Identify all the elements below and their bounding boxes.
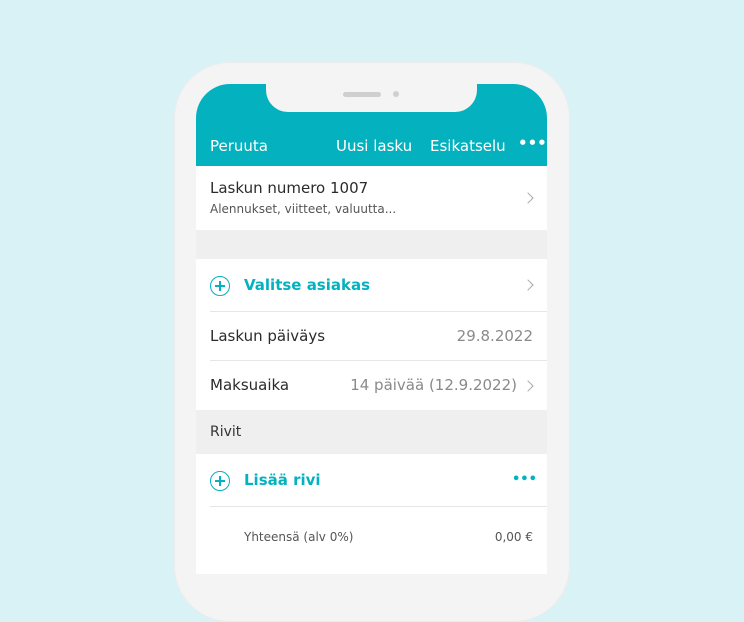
totals-row: Yhteensä (alv 0%) 0,00 € bbox=[196, 507, 547, 574]
total-value: 0,00 € bbox=[494, 530, 533, 544]
invoice-number-label: Laskun numero 1007 bbox=[210, 179, 369, 197]
speaker-icon bbox=[343, 92, 381, 97]
chevron-right-icon bbox=[522, 192, 534, 204]
rows-section-title: Rivit bbox=[210, 424, 242, 440]
section-spacer bbox=[196, 230, 547, 259]
invoice-options-label: Alennukset, viitteet, valuutta... bbox=[210, 202, 397, 216]
select-customer-row[interactable]: Valitse asiakas bbox=[196, 259, 547, 311]
cancel-button[interactable]: Peruuta bbox=[210, 137, 268, 155]
preview-button[interactable]: Esikatselu bbox=[430, 137, 506, 155]
payment-term-value: 14 päivää (12.9.2022) bbox=[350, 376, 517, 394]
add-row-row[interactable]: Lisää rivi ••• bbox=[196, 454, 547, 506]
invoice-date-label: Laskun päiväys bbox=[210, 327, 326, 345]
add-row-label: Lisää rivi bbox=[244, 471, 321, 489]
chevron-right-icon bbox=[522, 380, 534, 392]
payment-term-label: Maksuaika bbox=[210, 376, 290, 394]
invoice-date-value: 29.8.2022 bbox=[456, 327, 533, 345]
phone-notch bbox=[266, 84, 477, 112]
select-customer-label: Valitse asiakas bbox=[244, 276, 371, 294]
plus-circle-icon bbox=[210, 471, 230, 491]
invoice-date-row[interactable]: Laskun päiväys 29.8.2022 bbox=[196, 312, 547, 360]
row-options-icon[interactable]: ••• bbox=[512, 472, 537, 487]
more-options-icon[interactable]: ••• bbox=[518, 134, 547, 152]
rows-section-header: Rivit bbox=[196, 410, 547, 454]
chevron-right-icon bbox=[522, 279, 534, 291]
camera-icon bbox=[393, 91, 399, 97]
app-screen: Peruuta Uusi lasku Esikatselu ••• Laskun… bbox=[196, 84, 547, 574]
page-title: Uusi lasku bbox=[336, 137, 413, 155]
app-header: Peruuta Uusi lasku Esikatselu ••• bbox=[196, 84, 547, 166]
invoice-number-row[interactable]: Laskun numero 1007 Alennukset, viitteet,… bbox=[196, 166, 547, 230]
payment-term-row[interactable]: Maksuaika 14 päivää (12.9.2022) bbox=[196, 361, 547, 410]
total-label: Yhteensä (alv 0%) bbox=[244, 530, 354, 544]
plus-circle-icon bbox=[210, 276, 230, 296]
